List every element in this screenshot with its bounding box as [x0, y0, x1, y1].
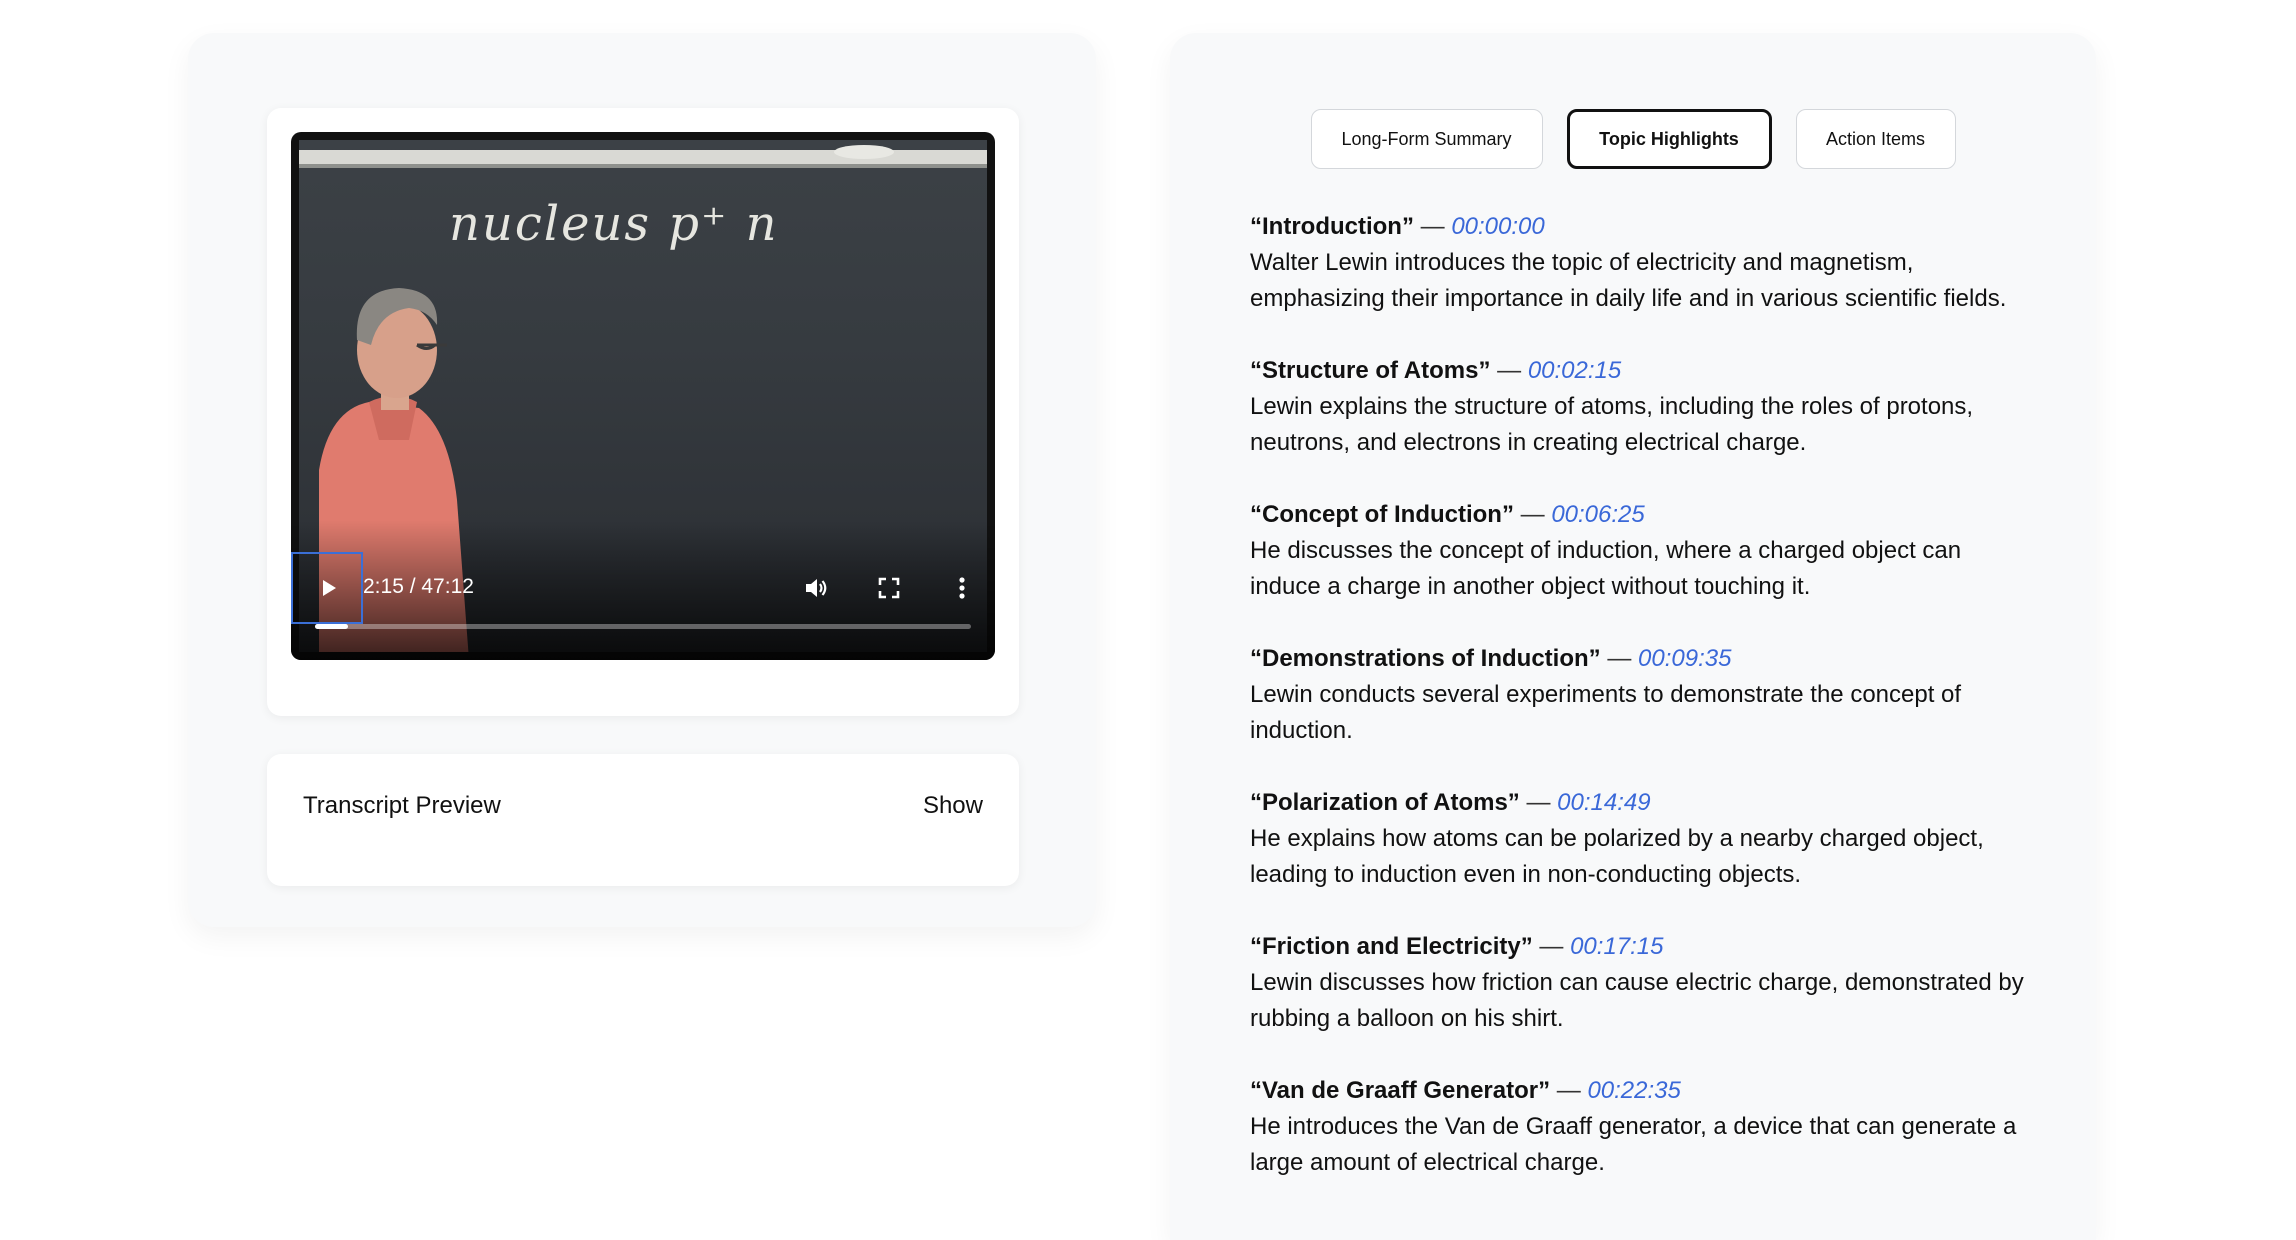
highlight-timestamp[interactable]: 00:17:15	[1570, 933, 1663, 960]
tab-action-items[interactable]: Action Items	[1795, 109, 1956, 169]
video-card: nucleus p⁺ n 2:15 / 47:12	[267, 108, 1019, 716]
more-options-button[interactable]	[946, 572, 978, 604]
summary-panel: Long-Form Summary Topic Highlights Actio…	[1170, 33, 2096, 1240]
highlight-title: “Polarization of Atoms”	[1250, 789, 1520, 816]
highlight-heading: “Polarization of Atoms” — 00:14:49	[1250, 785, 2030, 821]
video-player[interactable]: nucleus p⁺ n 2:15 / 47:12	[291, 132, 995, 660]
highlight-heading: “Structure of Atoms” — 00:02:15	[1250, 353, 2030, 389]
highlight-separator: —	[1526, 789, 1551, 816]
highlight-description: He discusses the concept of induction, w…	[1250, 537, 1962, 600]
highlight-title: “Van de Graaff Generator”	[1250, 1077, 1551, 1104]
chalkboard-text: nucleus p⁺ n	[449, 196, 779, 252]
play-button[interactable]	[291, 552, 363, 624]
highlight-item: “Structure of Atoms” — 00:02:15 Lewin ex…	[1250, 353, 2030, 461]
highlight-timestamp[interactable]: 00:00:00	[1451, 213, 1544, 240]
fullscreen-icon	[878, 577, 900, 599]
highlight-separator: —	[1420, 213, 1445, 240]
topic-highlights-list: “Introduction” — 00:00:00 Walter Lewin i…	[1250, 209, 2030, 1217]
transcript-preview-title: Transcript Preview	[303, 792, 501, 819]
highlight-title: “Structure of Atoms”	[1250, 357, 1491, 384]
highlight-description: Lewin explains the structure of atoms, i…	[1250, 393, 1974, 456]
highlight-heading: “Demonstrations of Induction” — 00:09:35	[1250, 641, 2030, 677]
highlight-separator: —	[1556, 1077, 1581, 1104]
highlight-separator: —	[1539, 933, 1564, 960]
highlight-timestamp[interactable]: 00:02:15	[1528, 357, 1621, 384]
highlight-item: “Introduction” — 00:00:00 Walter Lewin i…	[1250, 209, 2030, 317]
tab-long-form-summary[interactable]: Long-Form Summary	[1310, 109, 1543, 169]
highlight-description: Lewin discusses how friction can cause e…	[1250, 969, 2024, 1032]
highlight-heading: “Introduction” — 00:00:00	[1250, 209, 2030, 245]
video-progress-fill	[315, 624, 348, 629]
volume-icon	[806, 579, 827, 597]
highlight-description: Lewin conducts several experiments to de…	[1250, 681, 1962, 744]
highlight-timestamp[interactable]: 00:22:35	[1587, 1077, 1680, 1104]
highlight-item: “Friction and Electricity” — 00:17:15 Le…	[1250, 929, 2030, 1037]
highlight-separator: —	[1520, 501, 1545, 528]
video-panel: nucleus p⁺ n 2:15 / 47:12 Transcript Pre…	[188, 33, 1096, 927]
highlight-description: He introduces the Van de Graaff generato…	[1250, 1113, 2017, 1176]
highlight-separator: —	[1607, 645, 1632, 672]
highlight-title: “Demonstrations of Induction”	[1250, 645, 1601, 672]
highlight-title: “Concept of Induction”	[1250, 501, 1514, 528]
highlight-item: “Demonstrations of Induction” — 00:09:35…	[1250, 641, 2030, 749]
transcript-preview-card: Transcript Preview Show	[267, 754, 1019, 886]
fullscreen-button[interactable]	[873, 572, 905, 604]
summary-tabs: Long-Form Summary Topic Highlights Actio…	[1170, 109, 2096, 169]
highlight-item: “Concept of Induction” — 00:06:25 He dis…	[1250, 497, 2030, 605]
highlight-heading: “Van de Graaff Generator” — 00:22:35	[1250, 1073, 2030, 1109]
video-time-display: 2:15 / 47:12	[363, 575, 474, 598]
page: nucleus p⁺ n 2:15 / 47:12 Transcript Pre…	[0, 0, 2296, 1240]
highlight-item: “Van de Graaff Generator” — 00:22:35 He …	[1250, 1073, 2030, 1181]
video-progress-bar[interactable]	[315, 624, 971, 629]
volume-button[interactable]	[800, 572, 832, 604]
highlight-separator: —	[1497, 357, 1522, 384]
highlight-item: “Polarization of Atoms” — 00:14:49 He ex…	[1250, 785, 2030, 893]
tab-topic-highlights[interactable]: Topic Highlights	[1566, 109, 1772, 169]
highlight-heading: “Friction and Electricity” — 00:17:15	[1250, 929, 2030, 965]
more-options-icon	[959, 577, 965, 599]
highlight-description: He explains how atoms can be polarized b…	[1250, 825, 1984, 888]
highlight-timestamp[interactable]: 00:06:25	[1551, 501, 1644, 528]
highlight-timestamp[interactable]: 00:09:35	[1638, 645, 1731, 672]
highlight-title: “Friction and Electricity”	[1250, 933, 1533, 960]
transcript-show-button[interactable]: Show	[923, 792, 983, 820]
highlight-timestamp[interactable]: 00:14:49	[1557, 789, 1650, 816]
highlight-title: “Introduction”	[1250, 213, 1414, 240]
highlight-heading: “Concept of Induction” — 00:06:25	[1250, 497, 2030, 533]
highlight-description: Walter Lewin introduces the topic of ele…	[1250, 249, 2007, 312]
play-icon	[322, 580, 336, 596]
